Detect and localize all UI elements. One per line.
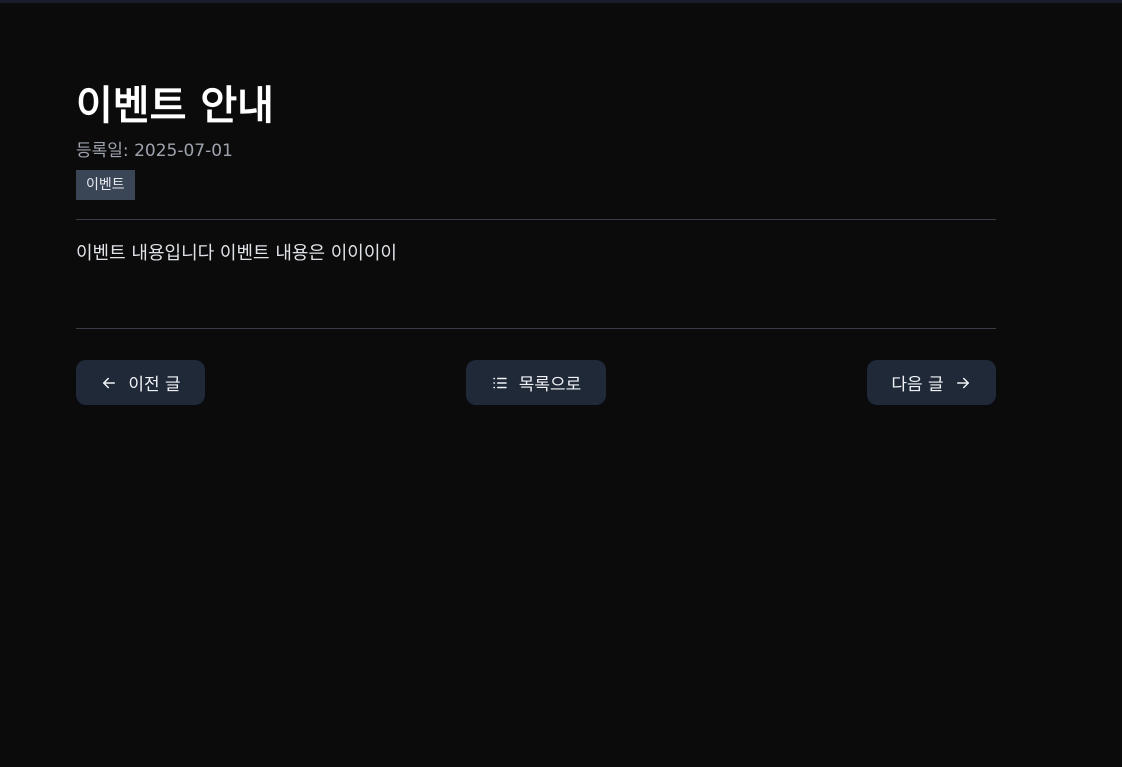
divider bbox=[76, 219, 996, 220]
back-to-list-button[interactable]: 목록으로 bbox=[466, 360, 606, 405]
date-label: 등록일: bbox=[76, 141, 129, 161]
post-body: 이벤트 내용입니다 이벤트 내용은 이이이이 bbox=[76, 243, 397, 264]
page-title: 이벤트 안내 bbox=[76, 83, 274, 129]
post-meta: 등록일: 2025-07-01 bbox=[76, 139, 233, 163]
category-badge: 이벤트 bbox=[76, 170, 135, 200]
back-to-list-label: 목록으로 bbox=[518, 375, 582, 395]
arrow-left-icon bbox=[100, 374, 118, 392]
next-post-label: 다음 글 bbox=[891, 375, 944, 395]
post-date: 2025-07-01 bbox=[134, 141, 233, 161]
list-icon bbox=[491, 374, 509, 392]
arrow-right-icon bbox=[954, 374, 972, 392]
prev-post-button[interactable]: 이전 글 bbox=[76, 360, 205, 405]
divider bbox=[76, 328, 996, 329]
next-post-button[interactable]: 다음 글 bbox=[867, 360, 996, 405]
top-border bbox=[0, 0, 1122, 3]
prev-post-label: 이전 글 bbox=[128, 375, 181, 395]
